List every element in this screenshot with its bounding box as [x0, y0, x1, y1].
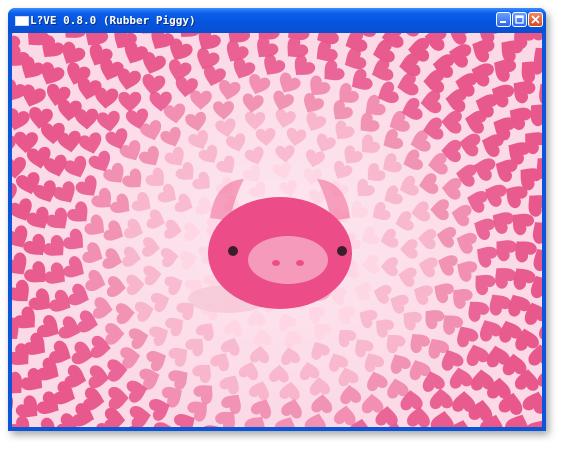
title-bar[interactable]: L?VE 0.8.0 (Rubber Piggy) [8, 8, 546, 33]
minimize-button[interactable] [496, 12, 511, 27]
heart-spiral-scene [12, 33, 542, 427]
close-icon [531, 15, 540, 24]
pig-snout [248, 236, 328, 284]
maximize-icon [515, 15, 524, 24]
maximize-button[interactable] [512, 12, 527, 27]
minimize-icon [500, 21, 506, 23]
pig-eye-left [228, 246, 238, 256]
app-window-icon[interactable] [15, 16, 29, 26]
game-canvas[interactable] [12, 33, 542, 427]
close-button[interactable] [528, 12, 543, 27]
app-window: L?VE 0.8.0 (Rubber Piggy) [8, 8, 546, 431]
window-title: L?VE 0.8.0 (Rubber Piggy) [30, 14, 196, 27]
pig-eye-right [337, 246, 347, 256]
